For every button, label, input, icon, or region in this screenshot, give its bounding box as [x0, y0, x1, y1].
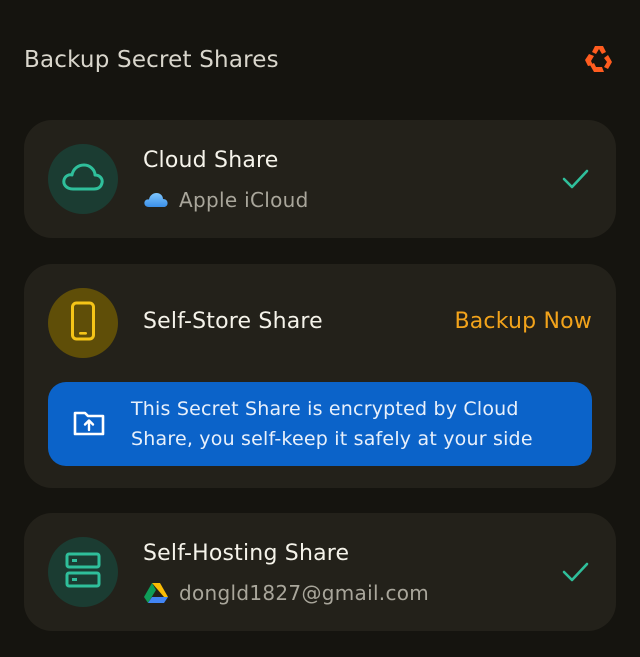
folder-upload-icon	[72, 408, 106, 438]
self-store-share-card: Self-Store Share Backup Now This Secret …	[24, 264, 616, 488]
self-hosting-account: dongld1827@gmail.com	[143, 581, 429, 605]
self-store-avatar	[48, 288, 118, 358]
cloud-share-avatar	[48, 144, 118, 214]
icloud-icon	[143, 189, 169, 211]
google-drive-icon	[143, 582, 169, 604]
header: Backup Secret Shares	[24, 40, 616, 84]
self-hosting-account-email: dongld1827@gmail.com	[179, 581, 430, 605]
cloud-icon	[61, 162, 105, 196]
self-store-title: Self-Store Share	[143, 309, 323, 334]
cloud-share-card[interactable]: Cloud Share Apple iCloud	[24, 120, 616, 238]
page-title: Backup Secret Shares	[24, 47, 279, 73]
info-banner-text: This Secret Share is encrypted by Cloud …	[131, 398, 533, 450]
phone-icon	[70, 301, 96, 345]
info-banner: This Secret Share is encrypted by Cloud …	[48, 382, 592, 466]
recycle-logo-icon[interactable]	[582, 42, 616, 76]
cloud-share-provider-name: Apple iCloud	[179, 188, 309, 212]
backup-now-button[interactable]: Backup Now	[454, 309, 592, 334]
check-icon	[560, 557, 590, 587]
self-hosting-title: Self-Hosting Share	[143, 541, 350, 566]
cloud-share-provider: Apple iCloud	[143, 188, 309, 212]
self-hosting-share-card[interactable]: Self-Hosting Share dongld1827@gmail.com	[24, 513, 616, 631]
server-icon	[64, 551, 102, 593]
self-hosting-avatar	[48, 537, 118, 607]
cloud-share-title: Cloud Share	[143, 148, 279, 173]
check-icon	[560, 164, 590, 194]
